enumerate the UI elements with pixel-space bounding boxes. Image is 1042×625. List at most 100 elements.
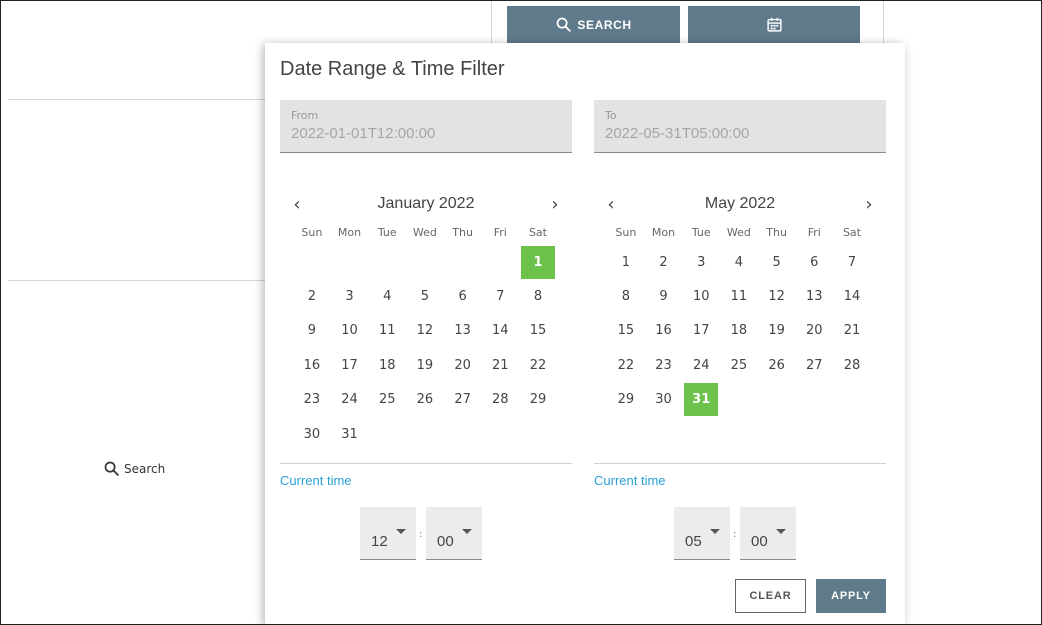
day-number: 29 — [617, 392, 635, 408]
search-icon — [104, 461, 119, 476]
apply-button[interactable]: APPLY — [816, 579, 886, 613]
calendar-day[interactable]: 5 — [406, 279, 444, 313]
calendar-day[interactable]: 16 — [645, 314, 683, 348]
day-number: 19 — [768, 323, 785, 339]
calendar-day[interactable]: 6 — [444, 279, 482, 313]
calendar-day[interactable]: 23 — [293, 383, 331, 417]
calendar-day[interactable]: 15 — [607, 314, 645, 348]
calendar-day[interactable]: 18 — [720, 314, 758, 348]
calendar-day[interactable]: 13 — [795, 279, 833, 313]
calendar-day[interactable]: 9 — [645, 279, 683, 313]
clear-button[interactable]: CLEAR — [735, 579, 806, 613]
current-time-link-to[interactable]: Current time — [594, 473, 666, 488]
day-number: 17 — [341, 357, 358, 373]
calendar-day[interactable]: 3 — [682, 245, 720, 279]
calendar-day[interactable]: 7 — [833, 245, 871, 279]
from-field-label: From — [291, 109, 319, 122]
calendar-day[interactable]: 26 — [406, 383, 444, 417]
calendar-day[interactable]: 10 — [331, 314, 369, 348]
calendar-day[interactable]: 11 — [368, 314, 406, 348]
calendar-day[interactable]: 19 — [758, 314, 796, 348]
calendar-day[interactable]: 8 — [607, 279, 645, 313]
calendar-day[interactable]: 12 — [758, 279, 796, 313]
calendar-day[interactable]: 29 — [607, 383, 645, 417]
calendar-day[interactable]: 27 — [444, 383, 482, 417]
current-time-link-from[interactable]: Current time — [280, 473, 352, 488]
day-number: 28 — [843, 357, 861, 373]
day-number: 11 — [378, 323, 396, 339]
calendar-day[interactable]: 2 — [645, 245, 683, 279]
background-divider — [8, 99, 265, 100]
calendar-day[interactable]: 4 — [720, 245, 758, 279]
calendar-day[interactable]: 15 — [519, 314, 557, 348]
calendar-day[interactable]: 29 — [519, 383, 557, 417]
calendar-day[interactable]: 1 — [607, 245, 645, 279]
day-number: 24 — [341, 392, 358, 408]
selected-day[interactable]: 31 — [682, 383, 720, 417]
calendar-day[interactable]: 19 — [406, 348, 444, 382]
calendar-day[interactable]: 18 — [368, 348, 406, 382]
day-number: 15 — [617, 323, 635, 339]
day-number: 2 — [307, 289, 316, 305]
calendar-header: ‹ January 2022 › — [280, 189, 572, 219]
calendar-day[interactable]: 21 — [833, 314, 871, 348]
from-minute-value: 00 — [437, 533, 454, 550]
day-number: 12 — [416, 323, 434, 339]
from-field[interactable]: From 2022-01-01T12:00:00 — [280, 100, 572, 153]
calendar-day[interactable]: 30 — [645, 383, 683, 417]
weekday-header: Fri — [807, 225, 821, 239]
search-button[interactable]: SEARCH — [507, 6, 680, 43]
calendar-day[interactable]: 24 — [682, 348, 720, 382]
weekday-header: Tue — [691, 225, 711, 239]
to-hour-select[interactable]: 05 — [674, 507, 730, 560]
calendar-day[interactable]: 13 — [444, 314, 482, 348]
calendar-day[interactable]: 20 — [795, 314, 833, 348]
calendar-day[interactable]: 28 — [833, 348, 871, 382]
calendar-day[interactable]: 28 — [481, 383, 519, 417]
to-field[interactable]: To 2022-05-31T05:00:00 — [594, 100, 886, 153]
calendar-day[interactable]: 9 — [293, 314, 331, 348]
to-minute-select[interactable]: 00 — [740, 507, 796, 560]
calendar-button[interactable] — [688, 6, 860, 43]
calendar-day[interactable]: 10 — [682, 279, 720, 313]
calendar-day[interactable]: 12 — [406, 314, 444, 348]
calendar-day[interactable]: 16 — [293, 348, 331, 382]
calendar-day[interactable]: 25 — [720, 348, 758, 382]
calendar-day[interactable]: 4 — [368, 279, 406, 313]
calendar-day[interactable]: 17 — [331, 348, 369, 382]
calendar-day[interactable]: 17 — [682, 314, 720, 348]
calendar-day[interactable]: 20 — [444, 348, 482, 382]
calendar-day[interactable]: 14 — [481, 314, 519, 348]
time-separator: : — [419, 529, 423, 540]
background-search-link[interactable]: Search — [103, 460, 165, 477]
day-number: 3 — [697, 254, 706, 270]
calendar-day[interactable]: 22 — [519, 348, 557, 382]
calendar-day[interactable]: 2 — [293, 279, 331, 313]
calendar-day[interactable]: 23 — [645, 348, 683, 382]
prev-month-button[interactable]: ‹ — [600, 193, 622, 215]
calendar-day[interactable]: 5 — [758, 245, 796, 279]
calendar-day[interactable]: 22 — [607, 348, 645, 382]
calendar-day[interactable]: 8 — [519, 279, 557, 313]
calendar-day[interactable]: 11 — [720, 279, 758, 313]
calendar-day[interactable]: 26 — [758, 348, 796, 382]
calendar-day[interactable]: 30 — [293, 417, 331, 451]
from-minute-select[interactable]: 00 — [426, 507, 482, 560]
popup-title: Date Range & Time Filter — [280, 58, 505, 80]
calendar-day[interactable]: 6 — [795, 245, 833, 279]
from-hour-select[interactable]: 12 — [360, 507, 416, 560]
calendar-day[interactable]: 31 — [331, 417, 369, 451]
calendar-day[interactable]: 24 — [331, 383, 369, 417]
calendar-day[interactable]: 27 — [795, 348, 833, 382]
calendar-day[interactable]: 14 — [833, 279, 871, 313]
next-month-button[interactable]: › — [858, 193, 880, 215]
calendar-day[interactable]: 21 — [481, 348, 519, 382]
day-number: 25 — [378, 392, 396, 408]
prev-month-button[interactable]: ‹ — [286, 193, 308, 215]
day-number: 30 — [655, 392, 672, 408]
calendar-day[interactable]: 25 — [368, 383, 406, 417]
selected-day[interactable]: 1 — [519, 245, 557, 279]
calendar-day[interactable]: 7 — [481, 279, 519, 313]
next-month-button[interactable]: › — [544, 193, 566, 215]
calendar-day[interactable]: 3 — [331, 279, 369, 313]
